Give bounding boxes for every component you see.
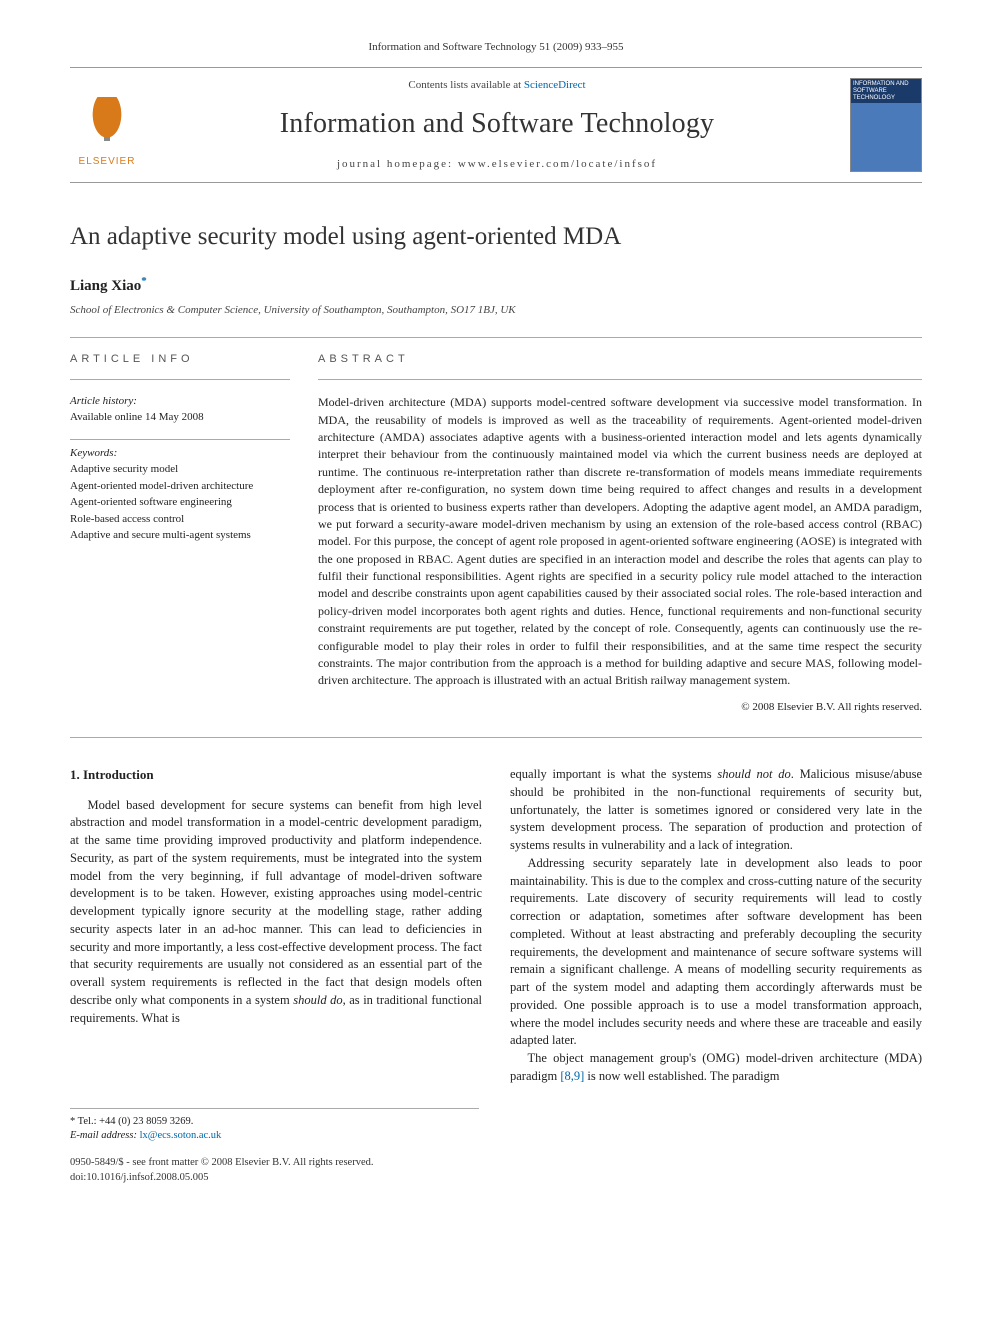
divider	[318, 379, 922, 380]
keywords-label: Keywords:	[70, 446, 290, 461]
article-info-heading: ARTICLE INFO	[70, 352, 290, 367]
abstract-copyright: © 2008 Elsevier B.V. All rights reserved…	[318, 700, 922, 715]
journal-name: Information and Software Technology	[160, 104, 834, 143]
journal-homepage-line: journal homepage: www.elsevier.com/locat…	[160, 157, 834, 172]
divider	[70, 737, 922, 738]
body-text: equally important is what the systems	[510, 767, 717, 781]
page-footer: 0950-5849/$ - see front matter © 2008 El…	[70, 1156, 922, 1185]
publisher-name: ELSEVIER	[79, 155, 136, 169]
section-heading: 1. Introduction	[70, 766, 482, 784]
author-affiliation: School of Electronics & Computer Science…	[70, 303, 922, 318]
sciencedirect-link[interactable]: ScienceDirect	[524, 79, 586, 91]
author-footnote-marker[interactable]: *	[141, 275, 147, 287]
doi-line: doi:10.1016/j.infsof.2008.05.005	[70, 1171, 922, 1186]
contents-prefix: Contents lists available at	[408, 79, 523, 91]
body-emphasis: should do	[293, 993, 342, 1007]
body-paragraph: Model based development for secure syste…	[70, 797, 482, 1028]
homepage-prefix: journal homepage:	[337, 158, 458, 170]
front-matter-line: 0950-5849/$ - see front matter © 2008 El…	[70, 1156, 922, 1171]
divider	[70, 379, 290, 380]
footnotes: * Tel.: +44 (0) 23 8059 3269. E-mail add…	[70, 1108, 479, 1144]
article-title: An adaptive security model using agent-o…	[70, 219, 922, 254]
body-emphasis: should not do	[717, 767, 790, 781]
keyword-item: Agent-oriented software engineering	[70, 494, 290, 511]
email-link[interactable]: lx@ecs.soton.ac.uk	[140, 1130, 222, 1141]
author-text: Liang Xiao	[70, 278, 141, 294]
divider	[70, 439, 290, 440]
body-paragraph: equally important is what the systems sh…	[510, 766, 922, 855]
body-paragraph: Addressing security separately late in d…	[510, 855, 922, 1050]
citation-link[interactable]: [8,9]	[560, 1069, 584, 1083]
journal-cover-thumbnail: INFORMATION AND SOFTWARE TECHNOLOGY	[850, 78, 922, 172]
article-history-label: Article history:	[70, 394, 290, 409]
section-title-text: Introduction	[83, 767, 154, 782]
homepage-url: www.elsevier.com/locate/infsof	[458, 158, 657, 170]
elsevier-tree-icon	[82, 97, 132, 155]
email-label: E-mail address:	[70, 1130, 140, 1141]
contents-available-line: Contents lists available at ScienceDirec…	[160, 78, 834, 93]
journal-masthead: ELSEVIER Contents lists available at Sci…	[70, 67, 922, 183]
keyword-item: Adaptive and secure multi-agent systems	[70, 527, 290, 544]
tel-number: +44 (0) 23 8059 3269.	[99, 1116, 193, 1127]
tel-label: * Tel.:	[70, 1116, 99, 1127]
keyword-item: Role-based access control	[70, 511, 290, 528]
abstract-heading: ABSTRACT	[318, 352, 922, 367]
abstract-text: Model-driven architecture (MDA) supports…	[318, 394, 922, 690]
keyword-item: Adaptive security model	[70, 461, 290, 478]
body-paragraph: The object management group's (OMG) mode…	[510, 1050, 922, 1086]
cover-caption: INFORMATION AND SOFTWARE TECHNOLOGY	[851, 79, 921, 103]
publisher-logo: ELSEVIER	[70, 81, 144, 169]
body-text: Model based development for secure syste…	[70, 798, 482, 1007]
footnote-email: E-mail address: lx@ecs.soton.ac.uk	[70, 1129, 479, 1144]
section-number: 1.	[70, 767, 80, 782]
keyword-item: Agent-oriented model-driven architecture	[70, 478, 290, 495]
footnote-tel: * Tel.: +44 (0) 23 8059 3269.	[70, 1115, 479, 1130]
article-info-column: ARTICLE INFO Article history: Available …	[70, 352, 290, 715]
body-column-right: equally important is what the systems sh…	[510, 766, 922, 1086]
body-text: is now well established. The paradigm	[584, 1069, 779, 1083]
keywords-list: Adaptive security model Agent-oriented m…	[70, 461, 290, 544]
page-reference: Information and Software Technology 51 (…	[70, 40, 922, 55]
abstract-column: ABSTRACT Model-driven architecture (MDA)…	[318, 352, 922, 715]
body-two-column: 1. Introduction Model based development …	[70, 766, 922, 1086]
author-name: Liang Xiao*	[70, 272, 922, 297]
body-column-left: 1. Introduction Model based development …	[70, 766, 482, 1086]
article-history-text: Available online 14 May 2008	[70, 410, 290, 425]
divider	[70, 337, 922, 338]
